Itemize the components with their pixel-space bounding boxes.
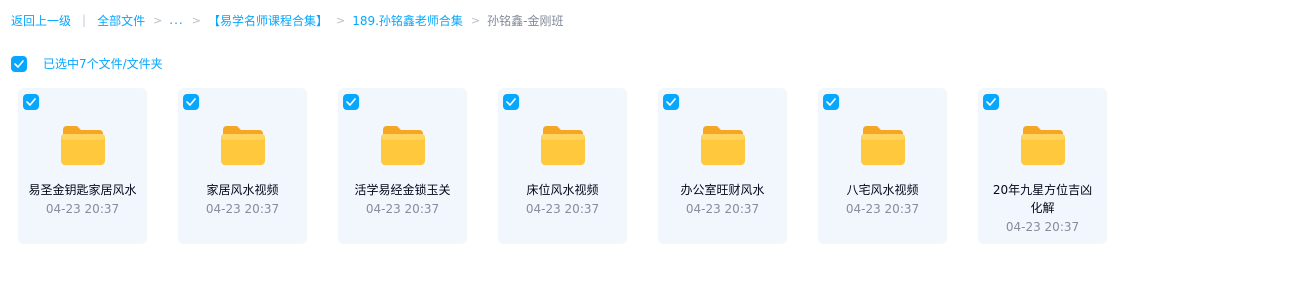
check-icon (346, 98, 356, 106)
breadcrumb-divider: | (82, 13, 87, 27)
folder-icon (1020, 126, 1065, 165)
folder-card[interactable]: 20年九星方位吉凶化解 04-23 20:37 (978, 88, 1107, 244)
folder-card[interactable]: 床位风水视频 04-23 20:37 (498, 88, 627, 244)
folder-name: 活学易经金锁玉关 (354, 183, 451, 197)
folder-card[interactable]: 办公室旺财风水 04-23 20:37 (658, 88, 787, 244)
breadcrumb: 返回上一级 | 全部文件 > ... > 【易学名师课程合集】 > 189.孙铭… (11, 11, 564, 29)
folder-grid: 易圣金钥匙家居风水 04-23 20:37 家居风水视频 04-23 20:37 (18, 88, 1138, 244)
breadcrumb-all-files[interactable]: 全部文件 (97, 12, 145, 29)
folder-checkbox[interactable] (23, 94, 39, 110)
folder-checkbox[interactable] (503, 94, 519, 110)
folder-icon (860, 126, 905, 165)
check-icon (826, 98, 836, 106)
folder-checkbox[interactable] (663, 94, 679, 110)
folder-checkbox[interactable] (183, 94, 199, 110)
folder-name: 八宅风水视频 (846, 183, 919, 197)
file-browser: 返回上一级 | 全部文件 > ... > 【易学名师课程合集】 > 189.孙铭… (0, 0, 1315, 308)
folder-checkbox[interactable] (983, 94, 999, 110)
folder-checkbox[interactable] (343, 94, 359, 110)
back-link[interactable]: 返回上一级 (11, 12, 71, 29)
check-icon (986, 98, 996, 106)
breadcrumb-ellipsis[interactable]: ... (169, 13, 183, 27)
folder-icon (700, 126, 745, 165)
folder-time: 04-23 20:37 (845, 202, 920, 216)
folder-name: 办公室旺财风水 (680, 183, 765, 197)
check-icon (26, 98, 36, 106)
selection-count: 已选中7个文件/文件夹 (43, 57, 163, 71)
chevron-right-icon: > (191, 13, 201, 27)
folder-time: 04-23 20:37 (205, 202, 280, 216)
folder-time: 04-23 20:37 (1005, 220, 1080, 234)
folder-card[interactable]: 八宅风水视频 04-23 20:37 (818, 88, 947, 244)
folder-time: 04-23 20:37 (525, 202, 600, 216)
select-all-row: 已选中7个文件/文件夹 (11, 55, 163, 72)
folder-card[interactable]: 活学易经金锁玉关 04-23 20:37 (338, 88, 467, 244)
check-icon (506, 98, 516, 106)
folder-time: 04-23 20:37 (365, 202, 440, 216)
chevron-right-icon: > (335, 13, 346, 27)
folder-icon (220, 126, 265, 165)
folder-icon (380, 126, 425, 165)
chevron-right-icon: > (470, 13, 481, 27)
folder-name: 易圣金钥匙家居风水 (28, 183, 137, 197)
check-icon (186, 98, 196, 106)
folder-name: 20年九星方位吉凶化解 (992, 183, 1093, 215)
folder-name: 家居风水视频 (206, 183, 279, 197)
folder-card[interactable]: 易圣金钥匙家居风水 04-23 20:37 (18, 88, 147, 244)
breadcrumb-item-course-collection[interactable]: 【易学名师课程合集】 (208, 12, 328, 29)
folder-icon (540, 126, 585, 165)
select-all-checkbox[interactable] (11, 55, 27, 72)
folder-card[interactable]: 家居风水视频 04-23 20:37 (178, 88, 307, 244)
chevron-right-icon: > (153, 13, 163, 27)
folder-icon (60, 126, 105, 165)
check-icon (666, 98, 676, 106)
folder-time: 04-23 20:37 (685, 202, 760, 216)
folder-checkbox[interactable] (823, 94, 839, 110)
breadcrumb-current: 孙铭鑫-金刚班 (487, 13, 564, 28)
folder-time: 04-23 20:37 (45, 202, 120, 216)
folder-name: 床位风水视频 (526, 183, 599, 197)
check-icon (14, 59, 24, 68)
breadcrumb-item-teacher-collection[interactable]: 189.孙铭鑫老师合集 (352, 12, 463, 29)
